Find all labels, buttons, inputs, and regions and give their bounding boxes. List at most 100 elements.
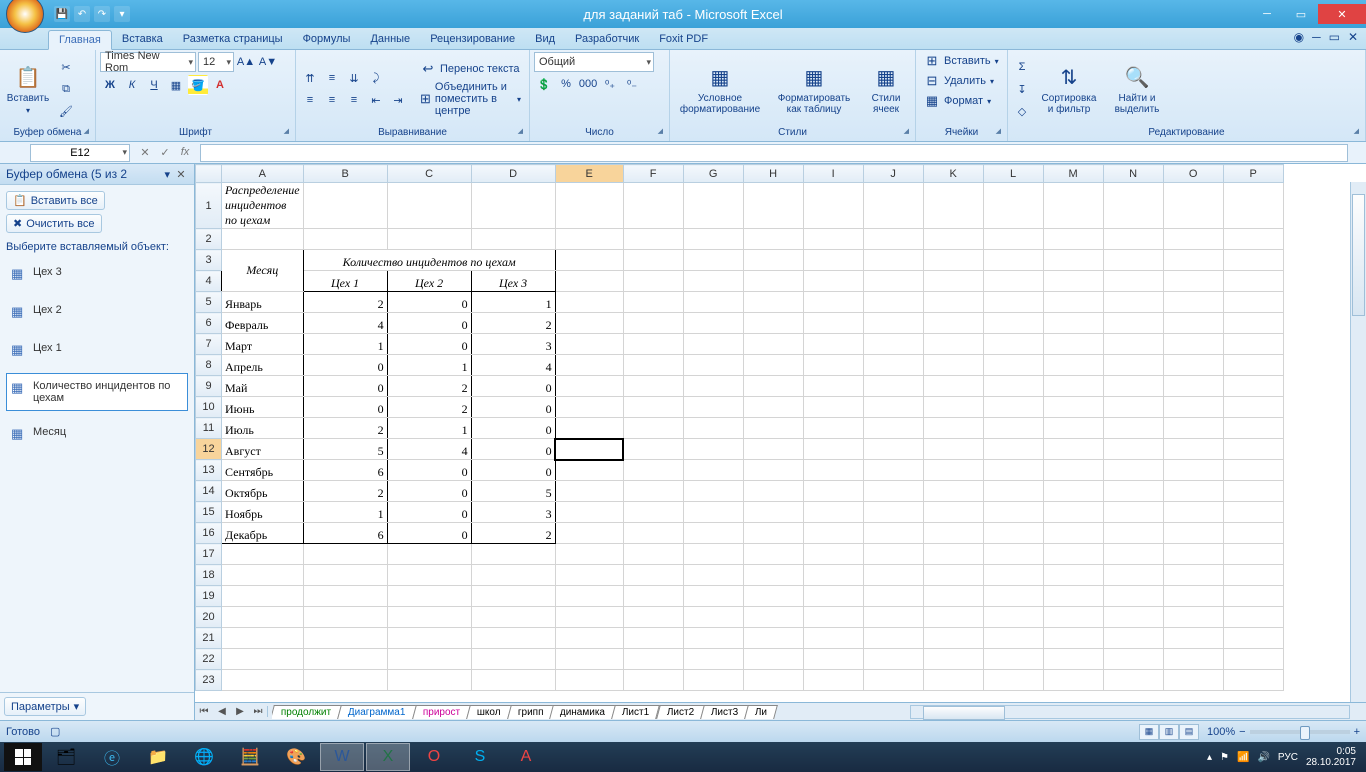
cell[interactable] [923,313,983,334]
cell[interactable] [983,460,1043,481]
row-header[interactable]: 8 [196,355,222,376]
cell[interactable] [683,628,743,649]
cell[interactable] [863,460,923,481]
cell[interactable]: 0 [471,460,555,481]
cell[interactable] [803,565,863,586]
indent-decrease-button[interactable]: ⇤ [366,90,386,110]
cell[interactable] [1223,292,1283,313]
cell[interactable] [303,607,387,628]
cell[interactable] [623,376,683,397]
number-format-combo[interactable]: Общий [534,52,654,72]
cell[interactable] [1163,229,1223,250]
cell[interactable]: Январь [222,292,304,313]
cell[interactable] [803,523,863,544]
cell[interactable] [1103,250,1163,271]
cell[interactable] [743,460,803,481]
cell[interactable] [863,502,923,523]
cell[interactable] [303,565,387,586]
cell[interactable] [623,229,683,250]
cell[interactable] [471,544,555,565]
cell[interactable]: 0 [471,376,555,397]
cell[interactable]: 1 [387,418,471,439]
cell[interactable] [743,271,803,292]
align-center-button[interactable]: ≡ [322,90,342,110]
cell[interactable]: Сентябрь [222,460,304,481]
cell[interactable] [1043,439,1103,460]
cell[interactable] [1043,334,1103,355]
cell[interactable] [803,397,863,418]
cell[interactable] [983,250,1043,271]
cell[interactable] [1223,565,1283,586]
col-header[interactable]: G [683,165,743,183]
cell[interactable] [863,313,923,334]
zoom-out-button[interactable]: − [1239,726,1245,738]
cell[interactable] [683,183,743,229]
cell[interactable]: Ноябрь [222,502,304,523]
cell[interactable]: Июль [222,418,304,439]
cell[interactable] [623,355,683,376]
increase-decimal-button[interactable]: ⁰₊ [600,74,620,94]
row-header[interactable]: 23 [196,670,222,691]
cell[interactable] [983,439,1043,460]
cell[interactable] [1103,313,1163,334]
row-header[interactable]: 2 [196,229,222,250]
start-button[interactable] [4,743,42,771]
cell[interactable] [983,544,1043,565]
cell[interactable] [863,481,923,502]
cell[interactable] [1163,183,1223,229]
cell[interactable] [1043,628,1103,649]
cell[interactable] [623,418,683,439]
cell[interactable] [471,565,555,586]
align-middle-button[interactable]: ≡ [322,68,342,88]
cell[interactable] [983,523,1043,544]
cell[interactable] [471,586,555,607]
cell[interactable]: 1 [303,334,387,355]
row-header[interactable]: 13 [196,460,222,481]
sheet-tab[interactable]: Лист2 [656,705,705,719]
col-header[interactable]: E [555,165,623,183]
cell[interactable] [743,544,803,565]
cell[interactable] [923,376,983,397]
cell[interactable]: 0 [387,523,471,544]
cell[interactable] [555,565,623,586]
ribbon-tab-8[interactable]: Foxit PDF [649,30,718,49]
cell[interactable] [983,313,1043,334]
cell[interactable] [983,502,1043,523]
sheet-tab[interactable]: Ли [744,705,778,719]
cell[interactable]: Цех 2 [387,271,471,292]
cell[interactable] [1043,418,1103,439]
cell[interactable] [923,183,983,229]
cell[interactable] [983,607,1043,628]
row-header[interactable]: 10 [196,397,222,418]
sheet-tab[interactable]: динамика [549,705,616,719]
ribbon-close-button[interactable]: ✕ [1348,30,1358,44]
cell[interactable] [803,607,863,628]
cell[interactable] [923,481,983,502]
cell[interactable] [303,586,387,607]
cell[interactable] [222,649,304,670]
taskbar-opera[interactable]: O [412,743,456,771]
cell[interactable] [683,544,743,565]
cell[interactable] [803,250,863,271]
fill-button[interactable]: ↧ [1012,79,1032,99]
clear-all-button[interactable]: ✖Очистить все [6,214,102,233]
cell[interactable] [803,439,863,460]
cell[interactable] [623,481,683,502]
cell[interactable] [555,481,623,502]
clipboard-item[interactable]: ▦Количество инцидентов по цехам [6,373,188,411]
cell[interactable] [923,460,983,481]
cell[interactable] [623,544,683,565]
row-header[interactable]: 3 [196,250,222,271]
cell[interactable] [743,586,803,607]
cell[interactable] [1223,183,1283,229]
bold-button[interactable]: Ж [100,75,120,95]
cell[interactable] [555,355,623,376]
cell[interactable] [743,334,803,355]
cell[interactable] [863,292,923,313]
name-box[interactable]: E12 [30,144,130,162]
cell[interactable] [983,628,1043,649]
cell[interactable] [1163,376,1223,397]
cell[interactable] [683,376,743,397]
cell[interactable] [743,439,803,460]
formula-input[interactable] [200,144,1348,162]
